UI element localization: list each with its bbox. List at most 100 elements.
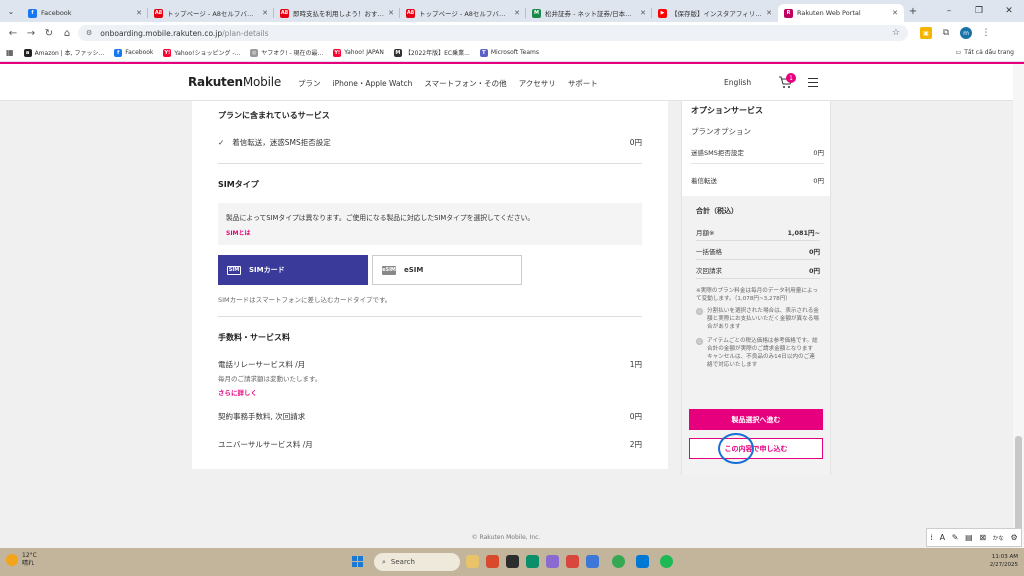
tab-favicon-icon: A8 [406,8,415,18]
url-input[interactable]: ⚙ onboarding.mobile.rakuten.co.jp /plan-… [78,25,908,41]
main-nav-item[interactable]: アクセサリ [519,78,556,89]
browser-tab[interactable]: ▶ 【保存版】インスタアフィリエイ ✕ [652,4,778,22]
main-nav-item[interactable]: iPhone・Apple Watch [333,78,413,89]
rakuten-mobile-logo[interactable]: RakutenMobile [188,75,281,89]
bookmark-star-icon[interactable]: ☆ [892,28,900,38]
taskbar-app-icon[interactable] [660,555,673,568]
clock-date: 2/27/2025 [989,562,1018,568]
plan-option-subtitle: プランオプション [691,127,751,136]
tab-close-icon[interactable]: ✕ [388,9,394,17]
ime-dictionary-icon[interactable]: ▤ [965,533,973,542]
ime-kana-button[interactable]: かな [993,534,1004,542]
ime-grip-icon: ⁞ [930,533,933,542]
hamburger-menu-icon[interactable] [808,78,818,90]
all-bookmarks-button[interactable]: ▭ Tất cả dấu trang [956,49,1014,56]
included-service-label: 着信転送，迷惑SMS拒否設定 [232,138,331,147]
what-is-sim-link[interactable]: SIMとは [226,228,634,237]
taskbar-app-icon[interactable] [636,555,649,568]
fee-row-universal: ユニバーサルサービス料 /月 2円 [218,439,642,450]
weather-widget[interactable]: 12°C 晴れ [6,552,37,568]
bookmark-favicon-icon: ◎ [250,48,259,57]
fee-note: 毎月のご請求額は変動いたします。 [218,375,322,383]
extensions-puzzle-icon[interactable]: ⧉ [940,27,952,39]
tab-search-icon[interactable]: ⌄ [0,0,22,22]
tab-close-icon[interactable]: ✕ [766,9,772,17]
scrollbar-thumb[interactable] [1015,436,1022,532]
bookmark-item[interactable]: a Amazon | 本, ファッシ... [23,48,105,57]
close-window-icon[interactable]: ✕ [994,6,1024,16]
browser-tab[interactable]: f Facebook ✕ [22,4,148,22]
installment-note: 分割払いを選択された場合は、表示される金額と実際にお支払いいただく金額が異なる場… [707,308,819,330]
ime-pad-icon[interactable]: ✎ [952,533,959,542]
taskbar-app-icon[interactable] [566,555,579,568]
sim-card-option[interactable]: SIM SIMカード [218,255,368,285]
bookmark-item[interactable]: T Microsoft Teams [479,48,539,57]
chrome-taskbar-icon[interactable] [612,555,625,568]
browser-tab[interactable]: A8 即時支払を利用しよう！おすすめ ✕ [274,4,400,22]
fee-label: ユニバーサルサービス料 /月 [218,440,313,449]
back-icon[interactable]: ← [4,28,22,39]
restore-icon[interactable]: ❐ [964,6,994,16]
tab-title: Facebook [41,9,72,17]
bookmark-item[interactable]: ◎ ヤフオク! - 現在の最... [250,48,323,57]
page-scrollbar[interactable] [1013,64,1024,548]
main-nav-item[interactable]: スマートフォン・その他 [424,78,506,89]
home-icon[interactable]: ⌂ [58,28,76,39]
total-title: 合計（税込） [696,207,738,215]
total-row-monthly: 月額※ 1,081円~ [696,227,820,237]
bookmark-label: Amazon | 本, ファッシ... [34,50,105,57]
tab-close-icon[interactable]: ✕ [892,9,898,17]
ime-toolbar: ⁞ A ✎ ▤ ⊠ かな ⚙ [926,528,1022,547]
browser-tab[interactable]: A8 トップページ - A8セルフバック ✕ [148,4,274,22]
esim-option[interactable]: eSIM eSIM [372,255,522,285]
bookmark-item[interactable]: M 【2022年版】EC乗業... [393,48,470,57]
tax-cancel-note: アイテムごとの税込価格は参考価格です。総合計の金額が実際のご請求金額となります … [707,338,818,368]
bookmark-label: Yahoo! JAPAN [344,49,384,56]
windows-start-icon[interactable] [352,556,364,568]
more-details-link[interactable]: さらに詳しく [218,387,257,397]
forward-icon[interactable]: → [22,28,40,39]
bookmark-item[interactable]: Y! Yahoo! JAPAN [333,48,384,57]
tab-close-icon[interactable]: ✕ [262,9,268,17]
taskbar-search[interactable]: ⌕ Search [374,553,460,571]
profile-avatar[interactable]: m [960,27,972,39]
language-switch[interactable]: English [724,78,751,87]
site-info-icon[interactable]: ⚙ [86,29,92,37]
tab-close-icon[interactable]: ✕ [640,9,646,17]
ime-tool-icon[interactable]: ⊠ [979,533,986,542]
ime-settings-icon[interactable]: ⚙ [1010,533,1017,542]
main-nav-item[interactable]: プラン [298,78,321,89]
tab-close-icon[interactable]: ✕ [514,9,520,17]
taskbar-app-icon[interactable] [526,555,539,568]
bookmark-favicon-icon: a [23,48,32,57]
main-nav: プラン iPhone・Apple Watch スマートフォン・その他 アクセサリ サポー… [298,78,610,89]
browser-tab-strip: ⌄ f Facebook ✕ A8 トップページ - A8セルフバック ✕ A8 即時支払を利… [0,0,1024,22]
bookmark-label: ヤフオク! - 現在の最... [261,50,324,57]
ime-mode-button[interactable]: A [940,533,945,542]
extension-icon[interactable]: ▣ [920,27,932,39]
browser-tab[interactable]: R Rakuten Web Portal ✕ [778,4,904,22]
bookmark-item[interactable]: f Facebook [114,48,153,57]
bookmark-item[interactable]: Y! Yahoo!ショッピング -... [163,48,240,57]
new-tab-button[interactable]: + [904,6,922,17]
minimize-icon[interactable]: – [934,6,964,16]
reload-icon[interactable]: ↻ [40,28,58,39]
tab-title: 【保存版】インスタアフィリエイ [671,10,764,18]
taskbar-app-icon[interactable] [546,555,559,568]
browser-tab[interactable]: A8 トップページ - A8セルフバック ✕ [400,4,526,22]
apply-button[interactable]: この内容で申し込む [689,438,823,459]
apps-grid-icon[interactable]: ▦ [6,48,14,57]
browser-menu-icon[interactable]: ⋮ [980,27,992,39]
taskbar-app-icon[interactable] [506,555,519,568]
taskbar-app-icon[interactable] [466,555,479,568]
url-host: onboarding.mobile.rakuten.co.jp [100,28,223,38]
system-tray-clock[interactable]: 11:03 AM 2/27/2025 [990,553,1018,569]
proceed-to-product-button[interactable]: 製品選択へ進む [689,409,823,430]
option-price: 0円 [813,149,824,157]
browser-tab[interactable]: M 松井証券 - ネット証券/日本株(H ✕ [526,4,652,22]
tab-close-icon[interactable]: ✕ [136,9,142,17]
taskbar-app-icon[interactable] [486,555,499,568]
taskbar-app-icon[interactable] [586,555,599,568]
main-nav-item[interactable]: サポート [568,78,598,89]
search-icon: ⌕ [382,557,386,566]
